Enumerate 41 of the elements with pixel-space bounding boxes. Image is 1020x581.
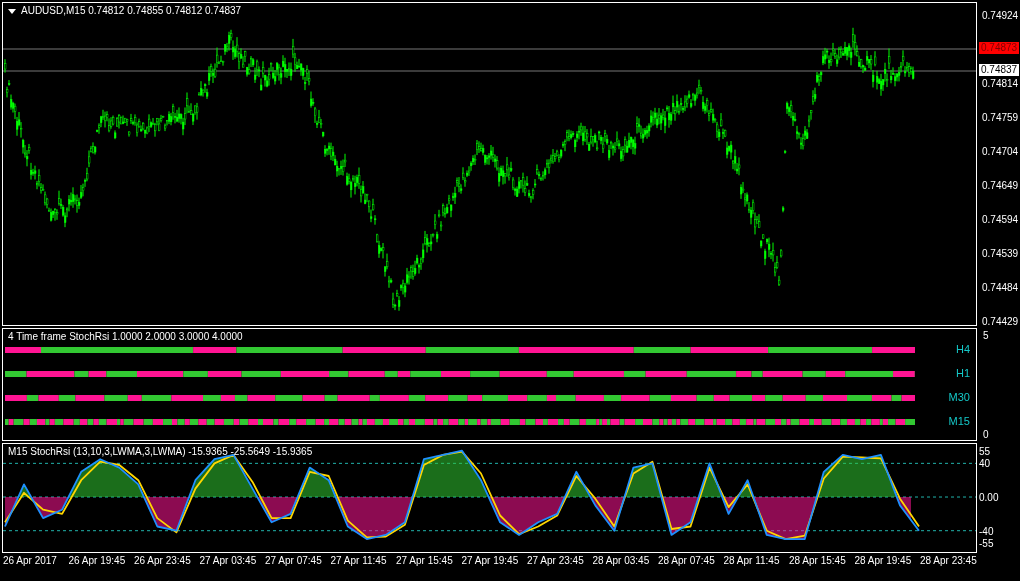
oscillator-title: M15 StochRsi (13,10,3,LWMA,3,LWMA) -15.9365 -25.5649 -15.9365	[8, 446, 313, 457]
scale-label: 55	[979, 446, 991, 457]
time-label: 27 Apr 23:45	[527, 555, 585, 566]
scale-label: 0.00	[979, 493, 999, 503]
scale-label: 5	[983, 330, 990, 342]
time-label: 28 Apr 03:45	[592, 555, 651, 566]
scale-label: 0	[983, 429, 990, 441]
price-label: 0.74484	[982, 283, 1019, 293]
price-label: 0.74594	[982, 215, 1019, 225]
time-label: 28 Apr 07:45	[658, 555, 716, 566]
time-label: 28 Apr 23:45	[920, 555, 978, 566]
time-label: 28 Apr 15:45	[789, 555, 847, 566]
price-label: 0.74649	[982, 181, 1019, 191]
scale-label: -55	[979, 539, 994, 550]
timeframe-label: M15	[948, 415, 970, 427]
time-label: 28 Apr 19:45	[854, 555, 913, 566]
price-label: 0.74429	[982, 317, 1019, 327]
time-label: 27 Apr 15:45	[396, 555, 454, 566]
ask-price-label: 0.74873	[979, 42, 1020, 54]
timeframe-label: M30	[948, 391, 970, 403]
scale-label: 40	[979, 459, 991, 470]
price-label: 0.74814	[982, 79, 1019, 89]
time-label: 27 Apr 11:45	[330, 555, 388, 566]
dropdown-triangle-icon[interactable]	[8, 9, 16, 14]
time-label: 26 Apr 23:45	[134, 555, 192, 566]
bid-price-label: 0.74837	[979, 64, 1020, 76]
chart-title: AUDUSD,M15 0.74812 0.74855 0.74812 0.74837	[21, 5, 242, 16]
price-label: 0.74539	[982, 249, 1019, 259]
scale-label: -40	[979, 526, 994, 537]
indicator-title: 4 Time frame StochRsi 1.0000 2.0000 3.0000 4.0000	[8, 331, 243, 342]
timeframe-label: H1	[955, 367, 970, 379]
time-label: 27 Apr 07:45	[265, 555, 323, 566]
time-label: 27 Apr 19:45	[461, 555, 520, 566]
time-label: 26 Apr 19:45	[68, 555, 127, 566]
price-label: 0.74759	[982, 113, 1019, 123]
price-label: 0.74704	[982, 147, 1019, 157]
time-label: 27 Apr 03:45	[199, 555, 258, 566]
time-label: 28 Apr 11:45	[723, 555, 781, 566]
price-label: 0.74924	[982, 11, 1019, 21]
timeframe-label: H4	[955, 343, 970, 355]
time-label: 26 Apr 2017	[3, 555, 58, 566]
